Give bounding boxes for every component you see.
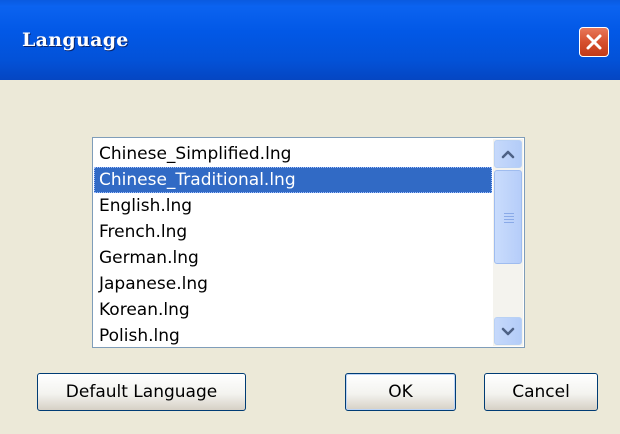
vertical-scrollbar[interactable]: [493, 139, 523, 346]
grip-line: [504, 213, 514, 214]
list-item[interactable]: Japanese.lng: [94, 271, 492, 297]
language-dialog: Language Chinese_Simplified.lng Chinese_…: [0, 0, 620, 434]
default-language-button[interactable]: Default Language: [37, 373, 246, 411]
grip-line: [504, 219, 514, 220]
cancel-button[interactable]: Cancel: [484, 373, 598, 411]
list-item[interactable]: Korean.lng: [94, 297, 492, 323]
list-item-selected[interactable]: Chinese_Traditional.lng: [94, 167, 492, 193]
scroll-thumb[interactable]: [494, 170, 522, 264]
scroll-down-button[interactable]: [494, 317, 522, 345]
scroll-up-button[interactable]: [494, 140, 522, 168]
list-item[interactable]: French.lng: [94, 219, 492, 245]
list-item[interactable]: Polish.lng: [94, 323, 492, 347]
ok-button[interactable]: OK: [345, 373, 456, 411]
grip-line: [504, 222, 514, 223]
chevron-down-icon: [501, 327, 515, 336]
chevron-up-icon: [501, 150, 515, 159]
list-item[interactable]: English.lng: [94, 193, 492, 219]
language-list: Chinese_Simplified.lng Chinese_Tradition…: [94, 141, 492, 347]
title-bar[interactable]: Language: [0, 0, 620, 80]
list-item[interactable]: Chinese_Simplified.lng: [94, 141, 492, 167]
list-item[interactable]: German.lng: [94, 245, 492, 271]
language-listbox[interactable]: Chinese_Simplified.lng Chinese_Tradition…: [92, 137, 525, 348]
close-x-icon: [586, 34, 602, 50]
dialog-title: Language: [22, 29, 129, 51]
grip-line: [504, 216, 514, 217]
close-button[interactable]: [579, 27, 609, 57]
